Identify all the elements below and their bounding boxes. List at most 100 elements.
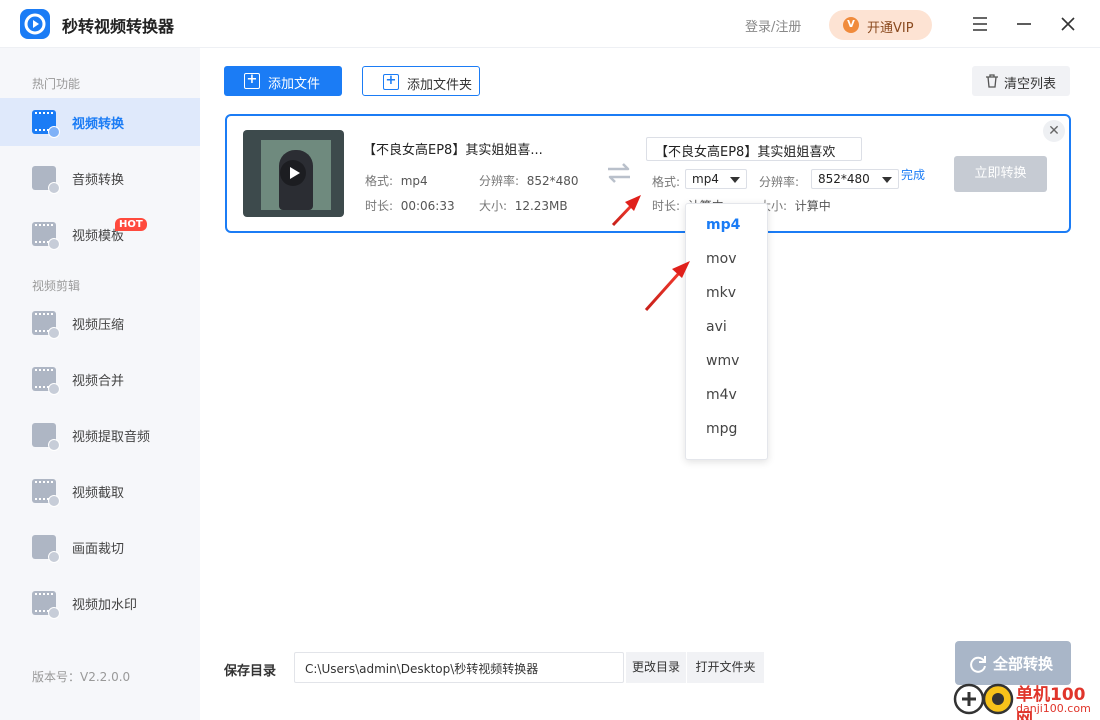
video-template-icon	[32, 222, 60, 250]
sidebar-item-watermark[interactable]: 视频加水印	[0, 579, 200, 627]
watermark-logo-icon	[953, 683, 1014, 715]
format-option-mp4[interactable]: mp4	[706, 217, 740, 233]
extract-audio-icon	[32, 423, 60, 451]
vip-button[interactable]: V 开通VIP	[829, 10, 932, 40]
resolution-value: 852*480	[526, 174, 579, 188]
chevron-down-icon	[882, 177, 892, 183]
duration-row: 时长: 00:06:33	[365, 197, 455, 214]
save-dir-label: 保存目录	[224, 664, 277, 679]
sidebar-item-video-merge[interactable]: 视频合并	[0, 355, 200, 403]
watermark-en: danji100.com	[1016, 702, 1091, 715]
remove-file-icon[interactable]: ✕	[1043, 120, 1065, 142]
sidebar-section-edit: 视频剪辑	[32, 279, 81, 293]
convert-now-button[interactable]: 立即转换	[954, 156, 1047, 192]
add-file-button[interactable]: + 添加文件	[224, 66, 342, 96]
format-value: mp4	[400, 174, 428, 188]
format-option-avi[interactable]: avi	[706, 319, 727, 335]
open-folder-button[interactable]: 打开文件夹	[687, 652, 764, 683]
clear-list-label: 清空列表	[1004, 77, 1057, 92]
version-label: 版本号：V2.2.0.0	[32, 670, 131, 684]
minimize-icon[interactable]	[1012, 12, 1036, 36]
file-card: 【不良女高EP8】其实姐姐喜... 格式: mp4 分辨率: 852*480 时…	[225, 114, 1071, 233]
close-icon[interactable]	[1056, 12, 1080, 36]
format-option-mkv[interactable]: mkv	[706, 285, 736, 301]
add-file-label: 添加文件	[268, 77, 321, 92]
format-option-wmv[interactable]: wmv	[706, 353, 739, 369]
size-label: 大小:	[479, 199, 508, 213]
out-size-value: 计算中	[794, 199, 831, 213]
chevron-down-icon	[730, 177, 740, 183]
convert-arrows-icon	[608, 163, 630, 183]
red-arrow-icon	[644, 261, 690, 312]
sidebar-item-label: 视频加水印	[72, 598, 138, 613]
resolution-select[interactable]: 852*480	[811, 169, 899, 189]
out-duration-label: 时长:	[652, 199, 681, 213]
size-value: 12.23MB	[514, 199, 568, 213]
sidebar-item-label: 视频转换	[72, 117, 125, 132]
play-icon[interactable]	[280, 160, 306, 186]
app-title: 秒转视频转换器	[62, 17, 175, 36]
sidebar-item-extract-audio[interactable]: 视频提取音频	[0, 411, 200, 459]
clear-list-button[interactable]: 清空列表	[972, 66, 1070, 96]
vip-label: 开通VIP	[867, 21, 914, 36]
title-bar: 秒转视频转换器 登录/注册 V 开通VIP	[0, 0, 1100, 48]
sidebar: 热门功能 视频转换 音频转换 视频模板 HOT 视频剪辑 视频压缩 视频合并 视…	[0, 48, 200, 720]
app-logo-icon	[20, 9, 50, 39]
video-convert-icon	[32, 110, 60, 138]
out-size-row: 大小: 计算中	[759, 197, 831, 214]
menu-icon[interactable]	[968, 12, 992, 36]
crop-icon	[32, 535, 60, 563]
vip-icon: V	[843, 17, 859, 33]
size-row: 大小: 12.23MB	[479, 197, 568, 214]
output-name-input[interactable]: 【不良女高EP8】其实姐姐喜欢	[646, 137, 862, 161]
out-format-label: 格式:	[652, 175, 681, 189]
convert-all-label: 全部转换	[993, 655, 1054, 673]
duration-value: 00:06:33	[400, 199, 455, 213]
video-cut-icon	[32, 479, 60, 507]
sidebar-item-crop[interactable]: 画面裁切	[0, 523, 200, 571]
format-option-m4v[interactable]: m4v	[706, 387, 737, 403]
file-name: 【不良女高EP8】其实姐姐喜...	[363, 143, 543, 158]
sidebar-item-label: 视频截取	[72, 486, 125, 501]
add-folder-icon: +	[383, 74, 399, 90]
duration-label: 时长:	[365, 199, 394, 213]
format-select-value: mp4	[692, 172, 719, 186]
audio-convert-icon	[32, 166, 60, 194]
format-dropdown: mp4 mov mkv avi wmv m4v mpg	[685, 203, 768, 460]
format-option-mov[interactable]: mov	[706, 251, 737, 267]
add-file-icon: +	[244, 73, 260, 89]
sidebar-section-hot: 热门功能	[32, 77, 81, 91]
format-label: 格式:	[365, 174, 394, 188]
sidebar-item-label: 音频转换	[72, 173, 125, 188]
out-resolution-label: 分辨率:	[759, 175, 800, 189]
format-select[interactable]: mp4	[685, 169, 747, 189]
login-link[interactable]: 登录/注册	[745, 16, 801, 35]
video-compress-icon	[32, 311, 60, 339]
save-path-field[interactable]: C:\Users\admin\Desktop\秒转视频转换器	[294, 652, 624, 683]
video-thumbnail[interactable]	[243, 130, 344, 217]
sidebar-item-video-template[interactable]: 视频模板 HOT	[0, 210, 200, 258]
sidebar-item-video-cut[interactable]: 视频截取	[0, 467, 200, 515]
change-dir-button[interactable]: 更改目录	[626, 652, 686, 683]
sidebar-item-audio-convert[interactable]: 音频转换	[0, 154, 200, 202]
refresh-icon	[970, 656, 986, 673]
sidebar-item-label: 视频压缩	[72, 318, 125, 333]
sidebar-item-label: 视频合并	[72, 374, 125, 389]
sidebar-item-video-compress[interactable]: 视频压缩	[0, 299, 200, 347]
hot-badge: HOT	[115, 218, 147, 231]
sidebar-item-video-convert[interactable]: 视频转换	[0, 98, 200, 146]
add-folder-button[interactable]: + 添加文件夹	[362, 66, 480, 96]
resolution-label: 分辨率:	[479, 174, 520, 188]
sidebar-item-label: 视频提取音频	[72, 430, 151, 445]
format-option-mpg[interactable]: mpg	[706, 421, 737, 437]
sidebar-item-label: 画面裁切	[72, 542, 125, 557]
video-merge-icon	[32, 367, 60, 395]
watermark-icon	[32, 591, 60, 619]
add-folder-label: 添加文件夹	[407, 78, 473, 93]
format-row: 格式: mp4	[365, 172, 428, 189]
watermark: 单机100网 danji100.com	[952, 678, 1100, 720]
resolution-select-value: 852*480	[818, 172, 870, 186]
resolution-row: 分辨率: 852*480	[479, 172, 579, 189]
trash-icon	[986, 74, 998, 88]
done-link[interactable]: 完成	[901, 166, 925, 183]
